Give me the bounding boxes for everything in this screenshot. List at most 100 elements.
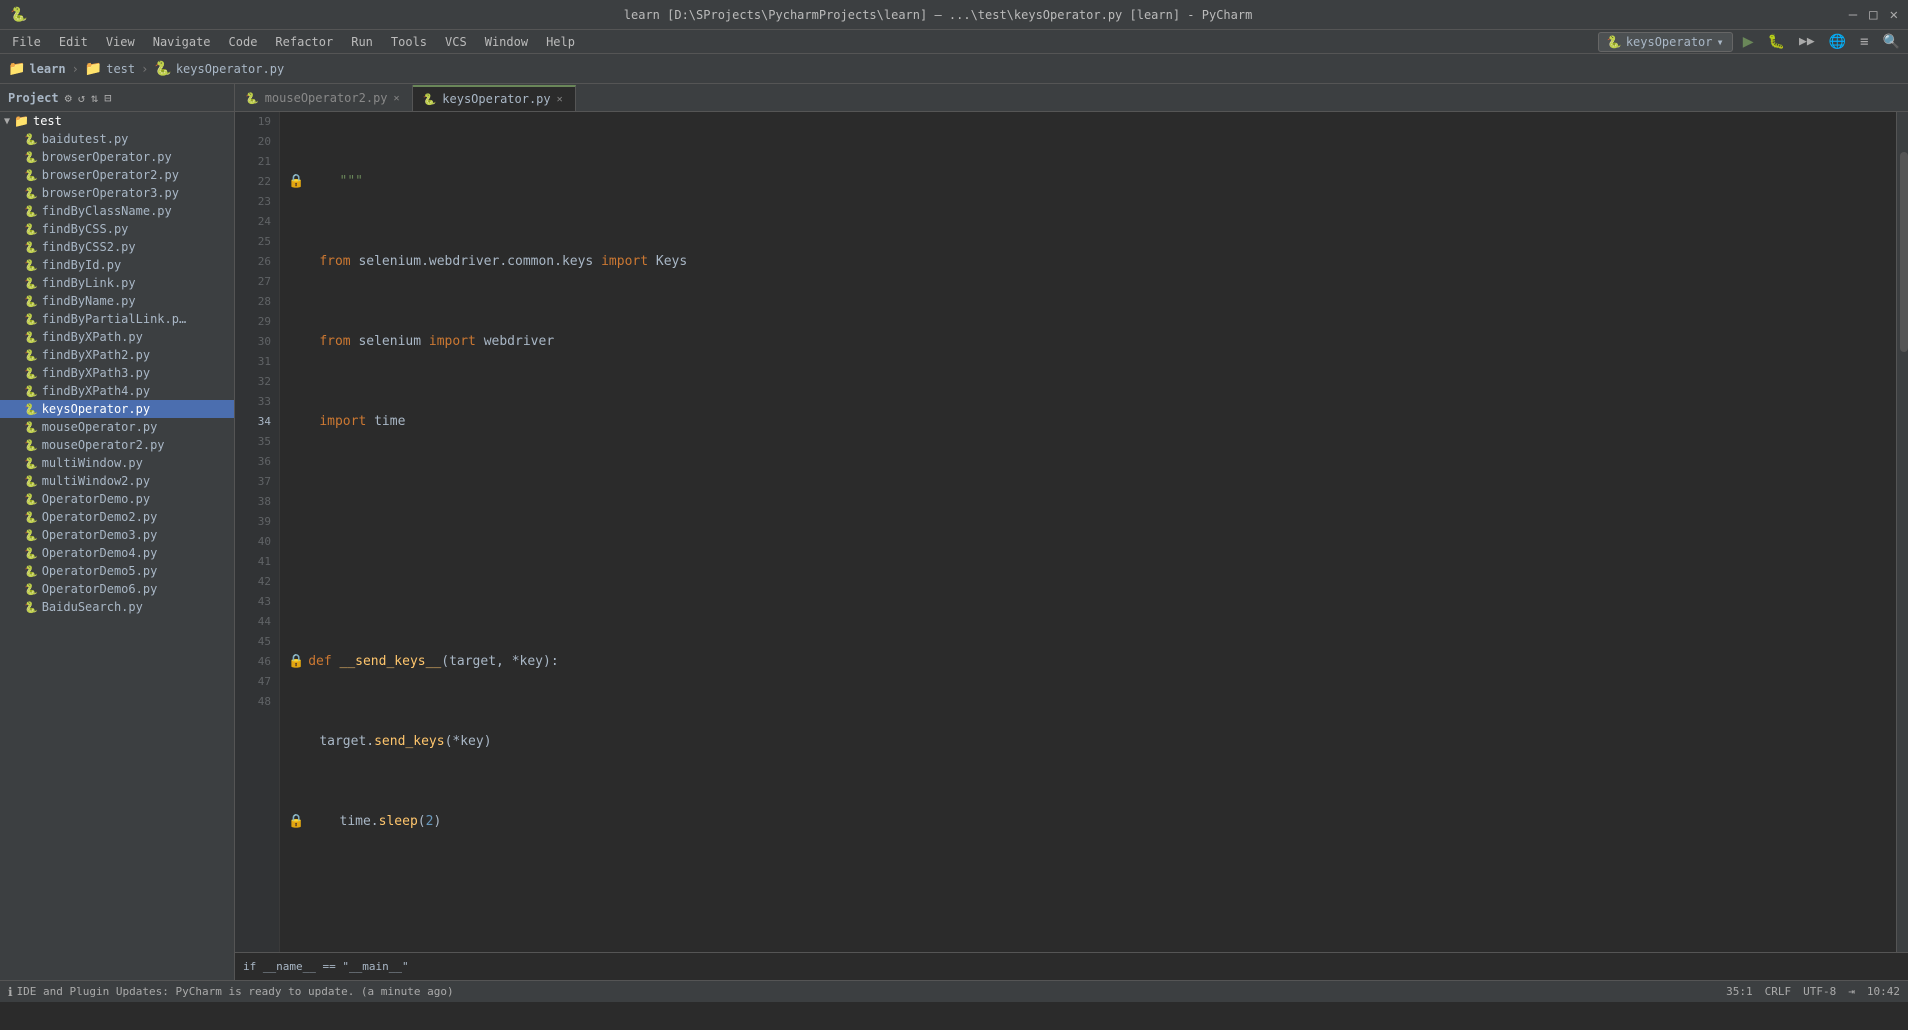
sidebar-item-findbylink[interactable]: 🐍 findByLink.py — [0, 274, 234, 292]
sidebar-item-operatordemo4[interactable]: 🐍 OperatorDemo4.py — [0, 544, 234, 562]
editor-scrollbar[interactable] — [1896, 112, 1908, 952]
window-title: learn [D:\SProjects\PycharmProjects\lear… — [27, 8, 1848, 22]
sidebar-refresh-icon[interactable]: ↺ — [78, 91, 85, 105]
menu-navigate[interactable]: Navigate — [145, 33, 219, 51]
py-file-icon: 🐍 — [24, 457, 38, 470]
status-icon: ℹ — [8, 985, 13, 999]
menu-edit[interactable]: Edit — [51, 33, 96, 51]
tab-close-keysoperator[interactable]: ✕ — [557, 94, 563, 105]
sidebar-item-mouseoperator2[interactable]: 🐍 mouseOperator2.py — [0, 436, 234, 454]
sidebar-root-folder[interactable]: ▼ 📁 test — [0, 112, 234, 130]
search-everywhere-button[interactable]: 🔍 — [1879, 32, 1904, 52]
linenum-45: 45 — [243, 632, 271, 652]
minimize-button[interactable]: — — [1849, 7, 1857, 23]
menu-view[interactable]: View — [98, 33, 143, 51]
sidebar-item-findbyxpath2[interactable]: 🐍 findByXPath2.py — [0, 346, 234, 364]
py-file-icon: 🐍 — [24, 241, 38, 254]
run-coverage-button[interactable]: ▶▶ — [1795, 32, 1819, 51]
sidebar-item-keysoperator[interactable]: 🐍 keysOperator.py — [0, 400, 234, 418]
tab-close-mouseoperator2[interactable]: ✕ — [394, 93, 400, 104]
indent-icon: ⇥ — [1848, 985, 1855, 998]
linenum-39: 39 — [243, 512, 271, 532]
sidebar-sort-icon[interactable]: ⇅ — [91, 91, 98, 105]
encoding-indicator[interactable]: UTF-8 — [1803, 985, 1836, 998]
vcs-button[interactable]: ≡ — [1856, 32, 1872, 52]
code-content[interactable]: 🔒 """ from selenium.webdriver.common.key… — [280, 112, 1896, 952]
time-display: 10:42 — [1867, 985, 1900, 998]
breadcrumb-test[interactable]: test — [106, 62, 135, 76]
maximize-button[interactable]: □ — [1869, 7, 1877, 23]
sidebar-item-baidusearch[interactable]: 🐍 BaiduSearch.py — [0, 598, 234, 616]
menu-vcs[interactable]: VCS — [437, 33, 475, 51]
sidebar-item-operatordemo6[interactable]: 🐍 OperatorDemo6.py — [0, 580, 234, 598]
linenum-25: 25 — [243, 232, 271, 252]
menu-file[interactable]: File — [4, 33, 49, 51]
sidebar-item-findbyxpath4[interactable]: 🐍 findByXPath4.py — [0, 382, 234, 400]
py-tab-icon2: 🐍 — [423, 93, 437, 106]
menu-help[interactable]: Help — [538, 33, 583, 51]
sidebar-item-multiwindow[interactable]: 🐍 multiWindow.py — [0, 454, 234, 472]
sidebar-tree: ▼ 📁 test 🐍 baidutest.py 🐍 browserOperato… — [0, 112, 234, 980]
linenum-38: 38 — [243, 492, 271, 512]
scrollbar-thumb[interactable] — [1900, 152, 1908, 352]
sidebar-item-findbyxpath[interactable]: 🐍 findByXPath.py — [0, 328, 234, 346]
line-col-indicator[interactable]: 35:1 — [1726, 985, 1753, 998]
sidebar-item-browseroperator3[interactable]: 🐍 browserOperator3.py — [0, 184, 234, 202]
sidebar-item-findbyname[interactable]: 🐍 findByName.py — [0, 292, 234, 310]
py-file-icon: 🐍 — [24, 277, 38, 290]
sidebar-collapse-icon[interactable]: ⊟ — [104, 91, 111, 105]
sidebar-item-operatordemo5[interactable]: 🐍 OperatorDemo5.py — [0, 562, 234, 580]
sidebar-item-findbycss2[interactable]: 🐍 findByCSS2.py — [0, 238, 234, 256]
breadcrumb-file[interactable]: keysOperator.py — [176, 62, 284, 76]
debug-button[interactable]: 🐛 — [1764, 32, 1789, 52]
sidebar-item-findbypartiallink[interactable]: 🐍 findByPartialLink.p… — [0, 310, 234, 328]
sidebar-item-multiwindow2[interactable]: 🐍 multiWindow2.py — [0, 472, 234, 490]
py-file-icon: 🐍 — [24, 313, 38, 326]
sidebar-item-browseroperator[interactable]: 🐍 browserOperator.py — [0, 148, 234, 166]
code-editor[interactable]: 19 20 21 22 23 24 25 26 27 28 29 30 31 3… — [235, 112, 1908, 952]
run-config-dropdown[interactable]: 🐍 keysOperator ▾ — [1598, 32, 1733, 52]
sidebar-item-baidutest[interactable]: 🐍 baidutest.py — [0, 130, 234, 148]
py-file-icon: 🐍 — [24, 511, 38, 524]
sidebar-item-operatordemo[interactable]: 🐍 OperatorDemo.py — [0, 490, 234, 508]
tab-keysoperator[interactable]: 🐍 keysOperator.py ✕ — [413, 85, 576, 111]
code-line-23 — [288, 492, 1896, 512]
menu-refactor[interactable]: Refactor — [267, 33, 341, 51]
sidebar: Project ⚙ ↺ ⇅ ⊟ ▼ 📁 test 🐍 baidutest.py … — [0, 84, 235, 980]
sidebar-settings-icon[interactable]: ⚙ — [65, 91, 72, 105]
profile-button[interactable]: 🌐 — [1825, 32, 1850, 52]
menu-tools[interactable]: Tools — [383, 33, 435, 51]
tab-label: mouseOperator2.py — [265, 91, 388, 105]
py-file-icon: 🐍 — [24, 385, 38, 398]
py-file-icon: 🐍 — [24, 259, 38, 272]
bottom-nav-content: if __name__ == "__main__" — [243, 960, 409, 973]
project-label: Project — [8, 91, 59, 105]
linenum-26: 26 — [243, 252, 271, 272]
sidebar-item-operatordemo3[interactable]: 🐍 OperatorDemo3.py — [0, 526, 234, 544]
py-file-icon: 🐍 — [24, 439, 38, 452]
menu-code[interactable]: Code — [221, 33, 266, 51]
run-config-name: keysOperator — [1626, 35, 1713, 49]
crlf-indicator[interactable]: CRLF — [1765, 985, 1792, 998]
close-button[interactable]: ✕ — [1890, 7, 1898, 23]
sidebar-item-browseroperator2[interactable]: 🐍 browserOperator2.py — [0, 166, 234, 184]
breadcrumb-learn[interactable]: learn — [29, 62, 65, 76]
title-icon: 🐍 — [10, 7, 27, 23]
run-button[interactable]: ▶ — [1739, 29, 1758, 54]
linenum-37: 37 — [243, 472, 271, 492]
py-file-icon: 🐍 — [24, 493, 38, 506]
linenum-22: 22 — [243, 172, 271, 192]
py-file-icon: 🐍 — [24, 223, 38, 236]
menu-window[interactable]: Window — [477, 33, 536, 51]
main-layout: Project ⚙ ↺ ⇅ ⊟ ▼ 📁 test 🐍 baidutest.py … — [0, 84, 1908, 980]
linenum-48: 48 — [243, 692, 271, 712]
sidebar-item-operatordemo2[interactable]: 🐍 OperatorDemo2.py — [0, 508, 234, 526]
menu-run[interactable]: Run — [343, 33, 381, 51]
sidebar-item-mouseoperator[interactable]: 🐍 mouseOperator.py — [0, 418, 234, 436]
sidebar-item-findbyid[interactable]: 🐍 findById.py — [0, 256, 234, 274]
sidebar-item-findbyclassname[interactable]: 🐍 findByClassName.py — [0, 202, 234, 220]
tab-mouseoperator2[interactable]: 🐍 mouseOperator2.py ✕ — [235, 85, 413, 111]
sidebar-item-findbycss[interactable]: 🐍 findByCSS.py — [0, 220, 234, 238]
sidebar-item-findbyxpath3[interactable]: 🐍 findByXPath3.py — [0, 364, 234, 382]
linenum-42: 42 — [243, 572, 271, 592]
